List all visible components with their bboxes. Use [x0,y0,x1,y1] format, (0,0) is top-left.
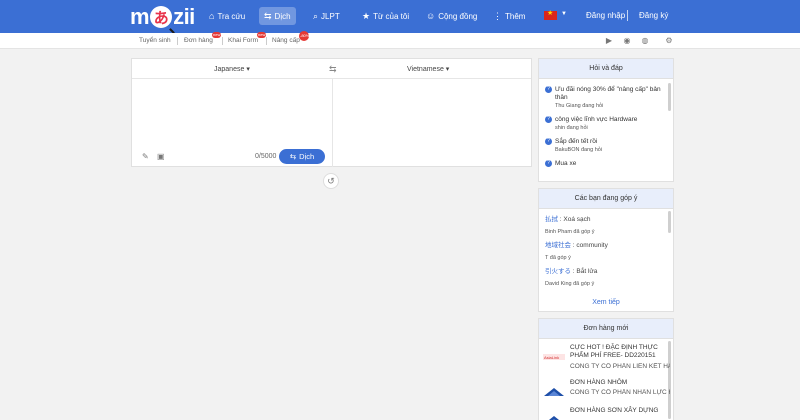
qa-item[interactable]: ? Sắp đến tết rồi BakuBON đang hỏi [545,138,667,154]
login-link[interactable]: Đăng nhập [586,11,625,20]
nav-tra-cuu[interactable]: ⌂ Tra cứu [204,7,250,25]
home-icon: ⌂ [209,11,215,21]
qa-item[interactable]: ? Mua xe [545,160,667,168]
google-play-icon[interactable]: ▶ [604,36,614,46]
subnav-tuyen-sinh[interactable]: Tuyển sinh [139,37,171,44]
qa-item[interactable]: ? Ưu đãi nóng 30% để "nâng cấp" bản thân… [545,86,667,110]
company-logo [543,387,565,397]
divider [177,37,178,45]
chevron-down-icon[interactable]: ▼ [561,11,567,17]
translate-icon: ⇆ [264,10,272,21]
gear-icon[interactable]: ⚙ [664,36,674,46]
contrib-entry[interactable]: 引火する : Bắt lửa [545,268,669,276]
company-logo: AsiaLink [543,352,565,362]
apple-icon[interactable] [586,36,596,46]
jobs-title: Đơn hàng mới [539,319,673,339]
handwriting-icon[interactable]: ✎ [142,152,149,161]
more-icon: ⋮ [493,10,502,21]
company-logo [543,415,565,420]
subnav-nang-cap[interactable]: Nâng cấp -80% [272,31,309,44]
swap-languages-icon[interactable]: ⇆ [329,64,337,75]
nav-dich[interactable]: ⇆ Dịch [259,7,296,25]
qa-card: Hỏi và đáp ? Ưu đãi nóng 30% để "nâng cấ… [538,58,674,182]
extension-icon[interactable]: ◍ [640,36,650,46]
job-item[interactable]: AsiaLink CỰC HOT ! ĐẶC ĐỊNH THỰC PHẨM PH… [543,344,671,374]
scrollbar[interactable] [668,83,671,111]
vietnam-flag-icon[interactable] [544,9,557,20]
people-icon: ☺ [426,11,436,21]
star-icon: ★ [362,10,371,21]
nav-cong-dong[interactable]: ☺ Cộng đồng [421,7,482,25]
divider [266,37,267,45]
qa-item[interactable]: ? công việc lĩnh vực Hardware shin đang … [545,116,667,132]
char-count: 0/5000 [255,153,277,160]
chrome-icon[interactable]: ◉ [622,36,632,46]
translate-button[interactable]: ⇆ Dịch [279,149,325,164]
nav-jlpt[interactable]: ⌕ JLPT [308,7,345,25]
subnav-don-hang[interactable]: Đơn hàng new [184,32,222,44]
contrib-entry[interactable]: 払拭 : Xoá sạch [545,216,669,224]
new-badge: new [212,32,222,38]
qa-title: Hỏi và đáp [539,59,673,79]
translate-panel: Japanese ▾ ⇆ Vietnamese ▾ ✎ ▣ 0/5000 ⇆ D… [131,58,532,167]
svg-text:AsiaLink: AsiaLink [544,355,559,360]
question-icon: ? [545,116,552,123]
jobs-card: Đơn hàng mới AsiaLink CỰC HOT ! ĐẶC ĐỊNH… [538,318,674,420]
register-link[interactable]: Đăng ký [639,11,668,20]
contrib-author: Binh Pham đã góp ý [545,229,595,235]
contrib-card: Các bạn đang góp ý 払拭 : Xoá sạch Binh Ph… [538,188,674,312]
divider [627,10,628,21]
mazii-logo[interactable]: m あ zii [130,4,195,30]
job-item[interactable]: ĐƠN HÀNG NHÔM CÔNG TY CỔ PHẦN NHÂN LỰC H… [543,379,671,409]
job-item[interactable]: ĐƠN HÀNG SƠN XÂY DỰNG [543,407,671,420]
contrib-entry[interactable]: 地域社会 : community [545,242,669,250]
history-icon[interactable]: ↺ [323,173,339,189]
question-icon: ? [545,160,552,167]
subnav-khai-form[interactable]: Khai Form new [228,32,267,44]
chevron-down-icon: ▾ [246,66,250,73]
nav-them[interactable]: ⋮ Thêm [488,7,530,25]
new-badge: new [257,32,267,38]
see-more-link[interactable]: Xem tiếp [539,299,673,306]
search-icon: ⌕ [313,10,319,21]
divider [332,79,333,167]
question-icon: ? [545,138,552,145]
sub-nav-bar: Tuyển sinh Đơn hàng new Khai Form new Nâ… [0,31,800,49]
target-language-select[interactable]: Vietnamese ▾ [407,65,449,73]
discount-badge: -80% [299,31,309,41]
image-icon[interactable]: ▣ [157,152,165,161]
contrib-title: Các bạn đang góp ý [539,189,673,209]
chevron-down-icon: ▾ [445,66,450,73]
top-nav-bar: m あ zii ⌂ Tra cứu ⇆ Dịch ⌕ JLPT ★ Từ của t… [0,0,800,33]
contrib-author: David King đã góp ý [545,281,595,287]
divider [222,37,223,45]
source-language-select[interactable]: Japanese ▾ [214,65,250,73]
contrib-author: T đã góp ý [545,255,571,261]
nav-tu-cua-toi[interactable]: ★ Từ của tôi [357,7,414,25]
translate-icon: ⇆ [289,152,297,161]
question-icon: ? [545,86,552,93]
